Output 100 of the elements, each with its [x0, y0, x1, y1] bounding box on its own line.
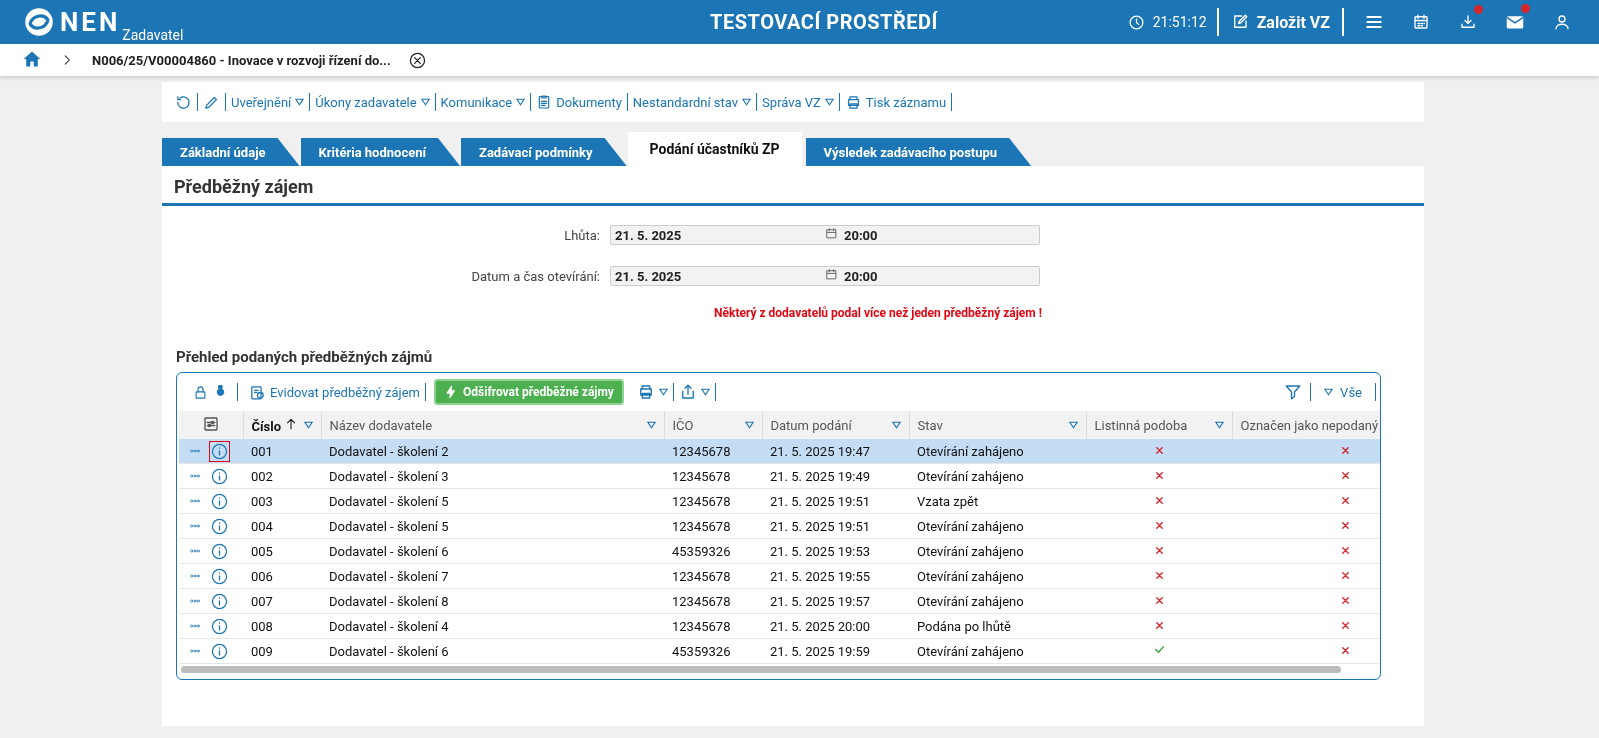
dropdown-icon[interactable]: [658, 388, 668, 396]
register-button[interactable]: Evidovat předběžný zájem: [244, 383, 425, 401]
table-cell: 21. 5. 2025 20:00: [762, 613, 909, 639]
more-icon[interactable]: [187, 571, 203, 581]
tab[interactable]: Kritéria hodnocení: [300, 138, 460, 166]
lock-icon[interactable]: [193, 384, 208, 400]
more-icon[interactable]: [187, 596, 203, 606]
download-icon[interactable]: [1458, 13, 1477, 31]
info-icon[interactable]: [211, 442, 228, 460]
table-cell: 12345678: [664, 488, 762, 514]
clock-icon: [1127, 13, 1145, 31]
toolbar-menu[interactable]: Uveřejnění: [226, 94, 310, 110]
logo-icon: [24, 7, 54, 37]
filter-all-dropdown[interactable]: Vše: [1318, 384, 1367, 400]
dropdown-icon[interactable]: [824, 98, 834, 106]
scrollbar[interactable]: [181, 666, 1341, 673]
info-icon[interactable]: [211, 592, 228, 610]
info-icon[interactable]: [211, 517, 228, 535]
table-cell: Otevírání zahájeno: [909, 463, 1086, 489]
cross-icon: [1340, 469, 1351, 481]
close-icon[interactable]: [408, 51, 426, 69]
table-cell: 21. 5. 2025 19:55: [762, 563, 909, 589]
tab[interactable]: Zadávací podmínky: [461, 138, 627, 166]
info-icon[interactable]: [211, 492, 228, 510]
info-icon[interactable]: [211, 542, 228, 560]
toolbar-button[interactable]: Tisk záznamu: [839, 93, 952, 111]
info-icon[interactable]: [211, 642, 228, 660]
table-cell: Dodavatel - školení 4: [321, 613, 664, 639]
cross-icon: [1153, 594, 1165, 606]
decrypt-button[interactable]: Odšifrovat předběžné zájmy: [434, 379, 624, 405]
create-contract-button[interactable]: Založit VZ: [1218, 12, 1342, 32]
datetime-field[interactable]: 21. 5. 2025 20:00: [610, 225, 1040, 245]
table-cell: Vzata zpět: [909, 488, 1086, 514]
cross-icon: [1340, 644, 1351, 656]
info-icon[interactable]: [211, 567, 228, 585]
role-label: Zadavatel: [122, 27, 184, 43]
tab[interactable]: Podání účastníků ZP: [627, 132, 802, 166]
dropdown-icon[interactable]: [516, 98, 526, 106]
info-icon[interactable]: [211, 467, 228, 485]
cross-icon: [1153, 619, 1165, 631]
info-icon[interactable]: [211, 617, 228, 635]
more-icon[interactable]: [187, 546, 203, 556]
dropdown-icon[interactable]: [1323, 388, 1333, 396]
cross-icon: [1340, 619, 1351, 631]
table-cell: 45359326: [664, 538, 762, 564]
dropdown-icon[interactable]: [295, 98, 305, 106]
table-cell: 12345678: [664, 463, 762, 489]
tab[interactable]: Výsledek zadávacího postupu: [805, 138, 1032, 166]
column-header[interactable]: Stav: [917, 417, 943, 433]
table-cell: Dodavatel - školení 6: [321, 538, 664, 564]
cross-icon: [1340, 444, 1351, 456]
toolbar-menu[interactable]: Komunikace: [435, 94, 531, 110]
dropdown-icon[interactable]: [1214, 421, 1224, 429]
warning-message: Některý z dodavatelů podal více než jeden předběžný zájem !: [713, 306, 1043, 320]
breadcrumb-title[interactable]: N006/25/V00004860 - Inovace v rozvoji řízení do...: [92, 52, 391, 68]
table-cell: 21. 5. 2025 19:47: [762, 439, 909, 464]
more-icon[interactable]: [187, 521, 203, 531]
cross-icon: [1153, 544, 1165, 556]
toolbar-menu[interactable]: Nestandardní stav: [627, 94, 757, 110]
more-icon[interactable]: [187, 621, 203, 631]
table-cell: 12345678: [664, 613, 762, 639]
cross-icon: [1340, 569, 1351, 581]
table-cell: Otevírání zahájeno: [909, 563, 1086, 589]
table-cell: 12345678: [664, 513, 762, 539]
calendar-icon[interactable]: [1411, 13, 1430, 31]
medal-icon[interactable]: [214, 383, 227, 398]
table-cell: 009: [243, 638, 321, 664]
more-icon[interactable]: [187, 646, 203, 656]
toolbar-menu[interactable]: Úkony zadavatele: [310, 94, 435, 110]
dropdown-icon[interactable]: [700, 388, 710, 396]
cross-icon: [1153, 469, 1165, 481]
tab[interactable]: Základní údaje: [162, 138, 300, 166]
refresh-icon[interactable]: [175, 93, 192, 111]
cross-icon: [1153, 519, 1165, 531]
dropdown-icon[interactable]: [646, 421, 656, 429]
column-header[interactable]: IČO: [672, 417, 694, 433]
filter-icon[interactable]: [1283, 383, 1302, 401]
more-icon[interactable]: [187, 496, 203, 506]
cross-icon: [1340, 544, 1351, 556]
table-cell: 21. 5. 2025 19:53: [762, 538, 909, 564]
dropdown-icon[interactable]: [742, 98, 752, 106]
table-cell: 001: [243, 439, 321, 464]
table-cell: Otevírání zahájeno: [909, 638, 1086, 664]
column-header[interactable]: Název dodavatele: [329, 417, 433, 433]
table-cell: Otevírání zahájeno: [909, 588, 1086, 614]
dropdown-icon[interactable]: [420, 98, 430, 106]
toolbar-button[interactable]: Dokumenty: [531, 94, 627, 110]
dropdown-icon[interactable]: [303, 421, 313, 429]
table-cell: Dodavatel - školení 2: [321, 439, 664, 464]
dropdown-icon[interactable]: [744, 421, 754, 429]
user-icon[interactable]: [1552, 13, 1571, 31]
dropdown-icon[interactable]: [891, 421, 901, 429]
dropdown-icon[interactable]: [1068, 421, 1078, 429]
datetime-field[interactable]: 21. 5. 2025 20:00: [610, 266, 1040, 286]
column-settings-icon[interactable]: [201, 414, 220, 433]
table-cell: Dodavatel - školení 7: [321, 563, 664, 589]
more-icon[interactable]: [187, 471, 203, 481]
environment-title: TESTOVACÍ PROSTŘEDÍ: [709, 10, 939, 34]
toolbar-menu[interactable]: Správa VZ: [757, 94, 839, 110]
calendar-icon: [825, 227, 838, 240]
